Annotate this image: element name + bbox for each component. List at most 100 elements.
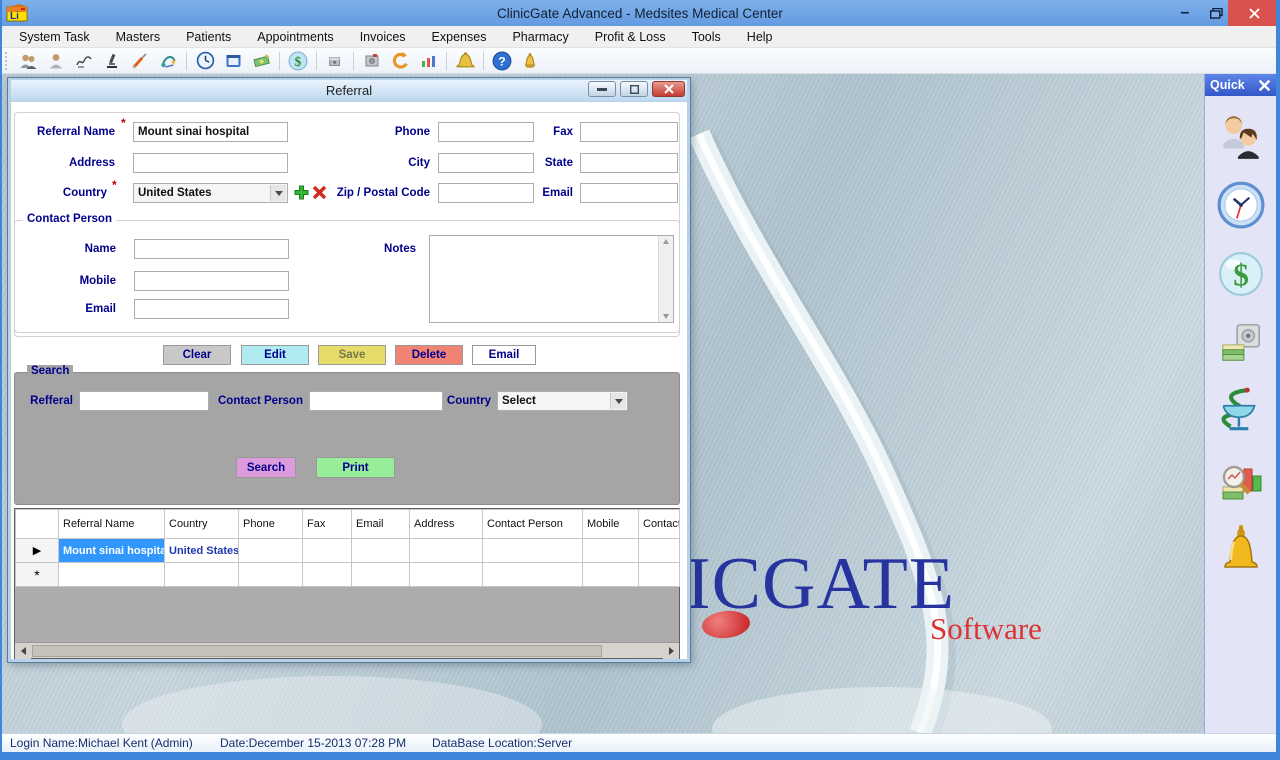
grid-col-referral-name[interactable]: Referral Name: [59, 510, 165, 539]
referral-name-input[interactable]: [133, 122, 288, 142]
money-icon[interactable]: [249, 50, 273, 72]
scroll-up-icon[interactable]: [663, 239, 669, 244]
notes-scrollbar[interactable]: [658, 236, 673, 322]
save-button[interactable]: Save: [318, 345, 386, 365]
window-minimize-button[interactable]: –: [1170, 0, 1200, 26]
cell-address[interactable]: [410, 539, 483, 563]
cell-email[interactable]: [352, 539, 410, 563]
table-row-new[interactable]: *: [16, 563, 680, 587]
contact-email-input[interactable]: [134, 299, 289, 319]
bell-icon[interactable]: [518, 50, 542, 72]
delete-button[interactable]: Delete: [395, 345, 463, 365]
grid-col-phone[interactable]: Phone: [239, 510, 303, 539]
quick-alerts-icon[interactable]: [1216, 524, 1266, 576]
menu-masters[interactable]: Masters: [103, 26, 173, 48]
window-close-button[interactable]: [1228, 0, 1280, 26]
calendar-icon[interactable]: [221, 50, 245, 72]
cell-phone[interactable]: [239, 563, 303, 587]
cell-contact-person[interactable]: [483, 563, 583, 587]
syringe-icon[interactable]: [128, 50, 152, 72]
alarm-icon[interactable]: [453, 50, 477, 72]
cell-phone[interactable]: [239, 539, 303, 563]
cell-email[interactable]: [352, 563, 410, 587]
cell-mobile[interactable]: [583, 563, 639, 587]
menu-pharmacy[interactable]: Pharmacy: [499, 26, 581, 48]
fax-input[interactable]: [580, 122, 678, 142]
menu-expenses[interactable]: Expenses: [419, 26, 500, 48]
signature-icon[interactable]: [72, 50, 96, 72]
search-refferal-input[interactable]: [79, 391, 209, 411]
menu-invoices[interactable]: Invoices: [347, 26, 419, 48]
safe-icon[interactable]: [360, 50, 384, 72]
referral-dialog-titlebar[interactable]: Referral: [11, 80, 687, 101]
quick-reports-icon[interactable]: [1216, 455, 1266, 507]
country-select[interactable]: United States: [133, 183, 288, 203]
edit-button[interactable]: Edit: [241, 345, 309, 365]
menu-help[interactable]: Help: [734, 26, 786, 48]
cell-contact-person[interactable]: [483, 539, 583, 563]
grid-col-country[interactable]: Country: [165, 510, 239, 539]
quick-appointments-icon[interactable]: [1216, 179, 1266, 231]
scroll-down-icon[interactable]: [663, 314, 669, 319]
undo-arrow-icon[interactable]: [388, 50, 412, 72]
menu-patients[interactable]: Patients: [173, 26, 244, 48]
quick-close-icon[interactable]: [1258, 79, 1271, 92]
cell-fax[interactable]: [303, 563, 352, 587]
search-country-select[interactable]: Select: [497, 391, 628, 411]
clock-icon[interactable]: [193, 50, 217, 72]
scrollbar-thumb[interactable]: [32, 645, 602, 657]
patient-icon[interactable]: [44, 50, 68, 72]
scroll-right-icon[interactable]: [663, 643, 679, 659]
dialog-maximize-button[interactable]: [620, 81, 648, 97]
dialog-close-button[interactable]: [652, 81, 685, 97]
search-button[interactable]: Search: [236, 457, 296, 478]
grid-col-address[interactable]: Address: [410, 510, 483, 539]
print-button[interactable]: Print: [316, 457, 395, 478]
menu-profit-loss[interactable]: Profit & Loss: [582, 26, 679, 48]
email-button[interactable]: Email: [472, 345, 536, 365]
cell-fax[interactable]: [303, 539, 352, 563]
cell-country[interactable]: United States: [165, 539, 239, 563]
cell-country[interactable]: [165, 563, 239, 587]
new-row-marker[interactable]: *: [16, 563, 59, 587]
contact-name-input[interactable]: [134, 239, 289, 259]
cell-contact-mail[interactable]: [639, 563, 680, 587]
grid-horizontal-scrollbar[interactable]: [15, 642, 679, 658]
help-icon[interactable]: ?: [490, 50, 514, 72]
cell-referral-name[interactable]: [59, 563, 165, 587]
address-input[interactable]: [133, 153, 288, 173]
menu-appointments[interactable]: Appointments: [244, 26, 346, 48]
cell-contact-mail[interactable]: [639, 539, 680, 563]
quick-billing-icon[interactable]: $: [1216, 248, 1266, 300]
dialog-minimize-button[interactable]: [588, 81, 616, 97]
grid-col-mobile[interactable]: Mobile: [583, 510, 639, 539]
menu-tools[interactable]: Tools: [679, 26, 734, 48]
contact-mobile-input[interactable]: [134, 271, 289, 291]
storage-box-icon[interactable]: [323, 50, 347, 72]
grid-col-contact-person[interactable]: Contact Person: [483, 510, 583, 539]
cell-mobile[interactable]: [583, 539, 639, 563]
dollar-icon[interactable]: $: [286, 50, 310, 72]
search-contact-person-input[interactable]: [309, 391, 443, 411]
grid-col-contact-mail[interactable]: Contact Mail: [639, 510, 680, 539]
chart-icon[interactable]: [416, 50, 440, 72]
cell-referral-name[interactable]: Mount sinai hospital: [59, 539, 165, 563]
grid-col-email[interactable]: Email: [352, 510, 410, 539]
scroll-left-icon[interactable]: [15, 643, 31, 659]
row-selector-marker[interactable]: ▶: [16, 539, 59, 563]
quick-pharmacy-icon[interactable]: [1216, 386, 1266, 438]
patients-group-icon[interactable]: [16, 50, 40, 72]
quick-expenses-icon[interactable]: [1216, 317, 1266, 369]
email-input[interactable]: [580, 183, 678, 203]
microscope-icon[interactable]: [100, 50, 124, 72]
clear-button[interactable]: Clear: [163, 345, 231, 365]
menu-system-task[interactable]: System Task: [6, 26, 103, 48]
notes-textarea[interactable]: [429, 235, 674, 323]
table-row[interactable]: ▶ Mount sinai hospital United States: [16, 539, 680, 563]
medical-tools-icon[interactable]: [156, 50, 180, 72]
grid-col-fax[interactable]: Fax: [303, 510, 352, 539]
window-restore-button[interactable]: [1202, 0, 1230, 26]
quick-patients-icon[interactable]: [1216, 110, 1266, 162]
state-input[interactable]: [580, 153, 678, 173]
cell-address[interactable]: [410, 563, 483, 587]
